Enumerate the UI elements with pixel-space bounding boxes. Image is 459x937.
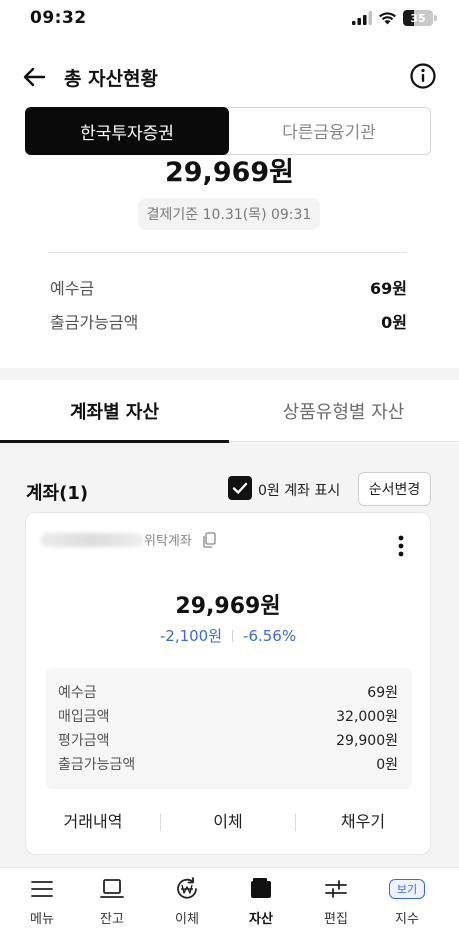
checkmark-icon [232, 482, 248, 494]
asset-tabs: 계좌별 자산 상품유형별 자산 [0, 380, 459, 443]
account-number-masked [40, 533, 144, 547]
battery-percent: 35 [410, 11, 426, 25]
account-amount: 29,969원 [175, 594, 281, 619]
more-options-icon[interactable] [398, 535, 404, 557]
withdrawable-value: 0원 [381, 313, 407, 332]
detail-value: 0원 [376, 757, 398, 773]
nav-label-menu: 메뉴 [30, 912, 54, 927]
detail-label: 평가금액 [58, 733, 110, 749]
total-asset-amount: 29,969원 [164, 157, 295, 188]
bottom-nav: 메뉴 잔고 이체 자산 편집 보기 지수 [0, 867, 459, 937]
nav-item-transfer[interactable]: 이체 [157, 876, 217, 932]
laptop-icon [100, 879, 124, 898]
account-detail-box: 예수금 69원 매입금액 32,000원 평가금액 29,900원 출금가능금액… [46, 668, 412, 789]
nav-item-balance[interactable]: 잔고 [82, 876, 142, 932]
detail-label: 출금가능금액 [58, 757, 136, 773]
nav-label-edit: 편집 [324, 912, 348, 927]
transfer-button[interactable]: 이체 [161, 805, 295, 835]
fill-button[interactable]: 채우기 [296, 805, 430, 835]
nav-item-assets[interactable]: 자산 [231, 876, 291, 932]
status-bar: 09:32 35 [0, 0, 459, 40]
show-zero-accounts-label[interactable]: 0원 계좌 표시 [258, 480, 340, 500]
tab-by-account[interactable]: 계좌별 자산 [0, 380, 229, 442]
change-separator [232, 629, 234, 642]
section-divider [0, 368, 459, 380]
tab-by-product[interactable]: 상품유형별 자산 [229, 380, 458, 442]
nav-label-balance: 잔고 [100, 912, 124, 927]
withdrawable-label: 출금가능금액 [50, 313, 139, 332]
detail-value: 32,000원 [336, 709, 398, 725]
reorder-button[interactable]: 순서변경 [358, 472, 431, 506]
battery-cap [434, 15, 437, 21]
status-icons: 35 [352, 10, 437, 26]
info-icon[interactable] [409, 62, 437, 90]
deposit-value: 69원 [370, 279, 407, 298]
nav-label-assets: 자산 [249, 912, 273, 927]
cellular-signal-icon [352, 11, 372, 25]
menu-icon [31, 881, 53, 897]
header: 총 자산현황 [0, 52, 459, 100]
nav-item-index[interactable]: 보기 지수 [377, 876, 437, 932]
change-rate: -6.56% [243, 626, 297, 645]
battery-icon: 35 [403, 10, 433, 26]
deposit-label: 예수금 [50, 279, 95, 298]
wallet-icon [251, 878, 271, 898]
status-time: 09:32 [30, 8, 87, 28]
detail-value: 69원 [367, 685, 398, 701]
sliders-icon [325, 880, 347, 898]
detail-label: 예수금 [58, 685, 97, 701]
divider [48, 252, 407, 253]
wifi-icon [379, 12, 396, 25]
view-badge: 보기 [389, 879, 425, 899]
account-actions: 거래내역 이체 채우기 [26, 805, 430, 835]
detail-value: 29,900원 [336, 733, 398, 749]
nav-item-edit[interactable]: 편집 [306, 876, 366, 932]
segment-korea-investment[interactable]: 한국투자증권 [25, 107, 229, 155]
detail-label: 매입금액 [58, 709, 110, 725]
account-change: -2,100원 -6.56% [26, 625, 430, 646]
account-section: 계좌(1) 0원 계좌 표시 순서변경 위탁계좌 29,969원 -2,100원… [0, 443, 459, 867]
show-zero-accounts-checkbox[interactable] [228, 476, 252, 500]
settlement-time-badge: 결제기준 10.31(목) 09:31 [138, 198, 320, 230]
nav-label-transfer: 이체 [175, 912, 199, 927]
account-count-title: 계좌(1) [26, 483, 89, 504]
account-card[interactable]: 위탁계좌 29,969원 -2,100원 -6.56% 예수금 69원 매입금액… [25, 512, 431, 855]
copy-icon[interactable] [202, 532, 216, 548]
page-title: 총 자산현황 [64, 68, 159, 90]
won-transfer-icon [177, 877, 197, 899]
change-amount: -2,100원 [159, 627, 223, 645]
segment-other-institutions[interactable]: 다른금융기관 [229, 108, 429, 153]
nav-item-menu[interactable]: 메뉴 [12, 876, 72, 932]
account-type: 위탁계좌 [144, 534, 192, 549]
institution-segment: 한국투자증권 다른금융기관 [25, 107, 431, 155]
transaction-history-button[interactable]: 거래내역 [26, 805, 160, 835]
nav-label-index: 지수 [395, 912, 419, 927]
back-arrow-icon[interactable] [20, 62, 50, 92]
